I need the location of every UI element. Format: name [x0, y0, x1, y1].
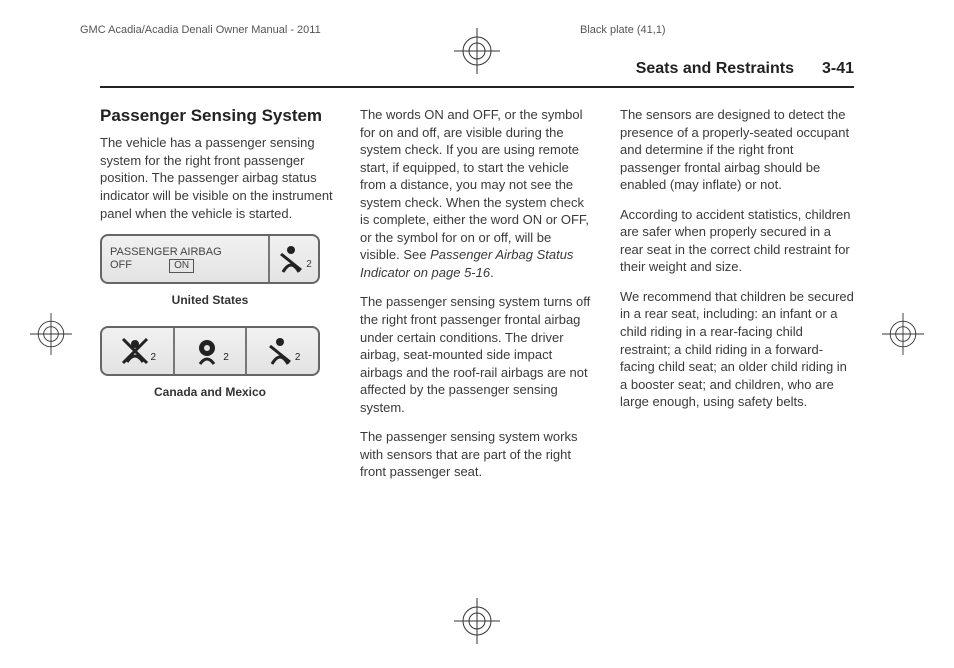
running-head: Seats and Restraints 3-41 [100, 60, 854, 88]
figure-us-onbox: ON [169, 259, 194, 273]
plate-label: Black plate (41,1) [580, 24, 666, 36]
page-number: 3-41 [822, 60, 854, 77]
airbag-off-icon: 2 [102, 328, 173, 374]
figure-us-caption: United States [100, 292, 320, 308]
seatbelt-icon: 2 [245, 328, 318, 374]
paragraph: We recommend that children be secured in… [620, 288, 854, 411]
body-columns: Passenger Sensing System The vehicle has… [100, 106, 854, 493]
paragraph: According to accident statistics, childr… [620, 206, 854, 276]
paragraph-tail: . [490, 265, 494, 280]
airbag-on-icon: 2 [173, 328, 246, 374]
column-3: The sensors are designed to detect the p… [620, 106, 854, 493]
column-1: Passenger Sensing System The vehicle has… [100, 106, 334, 493]
seatbelt-icon: 2 [270, 244, 318, 274]
section-name: Seats and Restraints [636, 60, 794, 77]
paragraph: The words ON and OFF, or the symbol for … [360, 106, 594, 281]
figure-cm-caption: Canada and Mexico [100, 384, 320, 400]
column-2: The words ON and OFF, or the symbol for … [360, 106, 594, 493]
paragraph: The sensors are designed to detect the p… [620, 106, 854, 194]
figure-us-line1: PASSENGER AIRBAG [110, 246, 260, 259]
crop-mark-right-icon [882, 313, 924, 355]
figure-cm-indicator: 2 2 2 [100, 326, 320, 376]
manual-title: GMC Acadia/Acadia Denali Owner Manual - … [80, 24, 321, 36]
figure-us-off: OFF [110, 259, 132, 271]
paragraph-text: The words ON and OFF, or the symbol for … [360, 107, 589, 262]
figure-us-indicator: PASSENGER AIRBAG OFF ON 2 [100, 234, 320, 284]
paragraph: The vehicle has a passenger sensing syst… [100, 134, 334, 222]
section-heading: Passenger Sensing System [100, 106, 334, 126]
crop-mark-left-icon [30, 313, 72, 355]
figure-us-text: PASSENGER AIRBAG OFF ON [102, 242, 268, 277]
page-frame: Seats and Restraints 3-41 Passenger Sensi… [100, 60, 854, 608]
paragraph: The passenger sensing system works with … [360, 428, 594, 481]
paragraph: The passenger sensing system turns off t… [360, 293, 594, 416]
